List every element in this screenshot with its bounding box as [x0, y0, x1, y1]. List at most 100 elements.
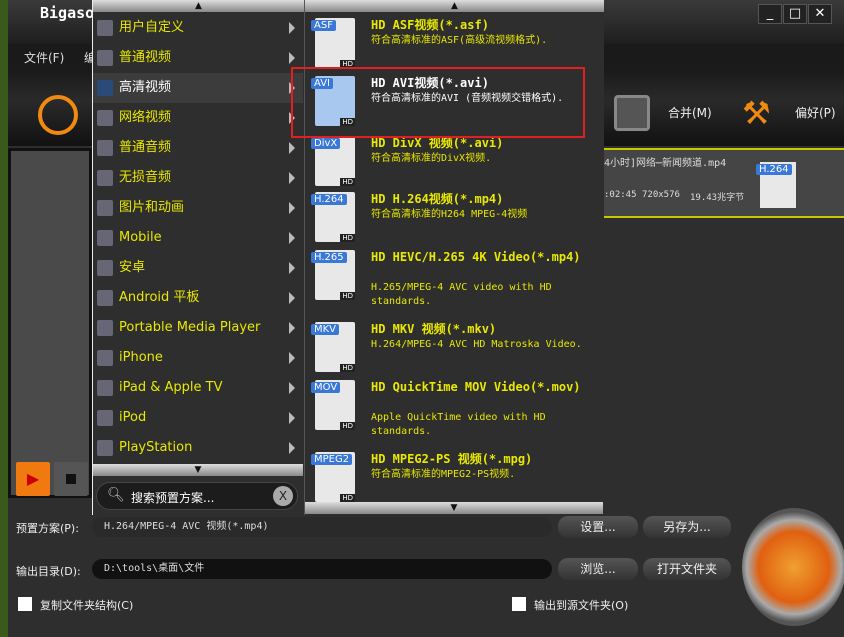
scroll-down-button[interactable]: ▼ — [93, 464, 303, 476]
picture-icon — [97, 200, 113, 216]
category-item[interactable]: PlayStation — [93, 433, 303, 463]
format-title: HD ASF视频(*.asf) — [371, 18, 489, 32]
format-description: 符合高清标准的MPEG2-PS视频. — [371, 469, 516, 480]
android-icon — [97, 260, 113, 276]
category-label: 无损音频 — [119, 170, 172, 185]
format-file-icon: H.265 HD — [311, 250, 355, 300]
category-label: 安卓 — [119, 260, 146, 275]
format-scroll-up-button[interactable]: ▲ — [305, 0, 604, 12]
format-description: Apple QuickTime video with HD standards. — [371, 412, 546, 437]
format-file-icon: MOV HD — [311, 380, 355, 430]
menu-file[interactable]: 文件(F) — [24, 49, 64, 66]
convert-button[interactable] — [742, 508, 844, 626]
search-placeholder: 搜索预置方案... — [131, 491, 215, 505]
format-title: HD DivX 视频(*.avi) — [371, 136, 504, 150]
preferences-button[interactable]: 偏好(P) — [795, 104, 836, 121]
add-file-reel-icon[interactable] — [38, 95, 78, 135]
file-duration: :02:45 — [604, 190, 637, 200]
format-item[interactable]: MKV HD HD MKV 视频(*.mkv) H.264/MPEG-4 AVC HD… — [305, 322, 601, 382]
maximize-button[interactable]: □ — [783, 4, 807, 24]
merge-button[interactable]: 合并(M) — [668, 104, 712, 121]
minimize-button[interactable]: _ — [758, 4, 782, 24]
stop-button[interactable] — [54, 462, 88, 496]
film-icon — [97, 50, 113, 66]
preview-panel — [8, 148, 92, 498]
file-format-icon: H.264 — [756, 162, 796, 208]
tools-icon[interactable]: ⚒ — [742, 93, 771, 133]
format-description: H.264/MPEG-4 AVC HD Matroska Video. — [371, 339, 582, 350]
open-folder-button[interactable]: 打开文件夹 — [643, 558, 731, 580]
category-label: Portable Media Player — [119, 320, 261, 335]
preset-select[interactable]: H.264/MPEG-4 AVC 视频(*.mp4) — [92, 517, 552, 537]
music-note-icon — [97, 140, 113, 156]
highlight-box — [291, 67, 585, 138]
format-title: HD H.264视频(*.mp4) — [371, 192, 504, 206]
file-resolution: 720x576 — [642, 190, 680, 200]
submenu-arrow-icon — [289, 202, 295, 214]
format-item[interactable]: H.264 HD HD H.264视频(*.mp4) 符合高清标准的H264 MPEG… — [305, 192, 601, 252]
android-tablet-icon — [97, 290, 113, 306]
submenu-arrow-icon — [289, 142, 295, 154]
web-video-icon — [97, 110, 113, 126]
format-item[interactable]: DivX HD HD DivX 视频(*.avi) 符合高清标准的DivX视频. — [305, 136, 601, 196]
category-item[interactable]: Mobile — [93, 223, 303, 253]
category-item[interactable]: 普通视频 — [93, 43, 303, 73]
submenu-arrow-icon — [289, 292, 295, 304]
format-title: HD QuickTime MOV Video(*.mov) — [371, 380, 581, 394]
ipod-icon — [97, 410, 113, 426]
category-item[interactable]: iPod — [93, 403, 303, 433]
file-list-item[interactable]: 4小时]网络⋯新闻频道.mp4 :02:45 720x576 19.43兆字节 … — [604, 148, 844, 218]
copy-structure-checkbox[interactable] — [18, 597, 32, 611]
copy-structure-label: 复制文件夹结构(C) — [40, 599, 134, 612]
category-item[interactable]: iPhone — [93, 343, 303, 373]
output-to-source-label: 输出到源文件夹(O) — [534, 599, 629, 612]
clear-search-icon[interactable]: X — [273, 486, 293, 506]
category-label: iPad & Apple TV — [119, 380, 223, 395]
submenu-arrow-icon — [289, 322, 295, 334]
ipad-icon — [97, 380, 113, 396]
merge-icon[interactable] — [614, 95, 650, 131]
category-item[interactable]: 用户自定义 — [93, 13, 303, 43]
output-dir-select[interactable]: D:\tools\桌面\文件 — [92, 559, 552, 579]
submenu-arrow-icon — [289, 172, 295, 184]
lossless-music-icon — [97, 170, 113, 186]
hd-icon — [97, 80, 113, 96]
save-as-button[interactable]: 另存为... — [643, 516, 731, 538]
submenu-arrow-icon — [289, 412, 295, 424]
format-scroll-down-button[interactable]: ▼ — [305, 502, 603, 514]
scroll-up-button[interactable]: ▲ — [93, 0, 304, 12]
iphone-icon — [97, 350, 113, 366]
category-item[interactable]: 图片和动画 — [93, 193, 303, 223]
category-item[interactable]: Portable Media Player — [93, 313, 303, 343]
submenu-arrow-icon — [289, 262, 295, 274]
category-label: 图片和动画 — [119, 200, 185, 215]
category-item[interactable]: Android 平板 — [93, 283, 303, 313]
category-item[interactable]: iPad & Apple TV — [93, 373, 303, 403]
preset-label: 预置方案(P): — [16, 522, 79, 535]
settings-button[interactable]: 设置... — [558, 516, 638, 538]
category-item[interactable]: 无损音频 — [93, 163, 303, 193]
format-file-icon: MKV HD — [311, 322, 355, 372]
submenu-arrow-icon — [289, 382, 295, 394]
preset-search-input[interactable]: 🔍︎ 搜索预置方案... X — [96, 482, 298, 510]
category-label: Mobile — [119, 230, 162, 245]
format-title: HD MKV 视频(*.mkv) — [371, 322, 497, 336]
submenu-arrow-icon — [289, 352, 295, 364]
format-file-icon: ASF HD — [311, 18, 355, 68]
format-title: HD MPEG2-PS 视频(*.mpg) — [371, 452, 533, 466]
category-item[interactable]: 高清视频 — [93, 73, 303, 103]
format-item[interactable]: H.265 HD HD HEVC/H.265 4K Video(*.mp4) H.26… — [305, 250, 601, 310]
category-item[interactable]: 普通音频 — [93, 133, 303, 163]
browse-button[interactable]: 浏览... — [558, 558, 638, 580]
format-file-icon: H.264 HD — [311, 192, 355, 242]
category-label: 高清视频 — [119, 80, 172, 95]
mobile-icon — [97, 230, 113, 246]
close-button[interactable]: ✕ — [808, 4, 832, 24]
play-button[interactable]: ▶ — [16, 462, 50, 496]
category-menu: ▲ 用户自定义 普通视频高清视频网络视频 普通音频无损音频图片和动画 Mobile 安卓… — [92, 0, 304, 515]
category-item[interactable]: 网络视频 — [93, 103, 303, 133]
output-to-source-checkbox[interactable] — [512, 597, 526, 611]
category-label: iPod — [119, 410, 147, 425]
format-item[interactable]: MOV HD HD QuickTime MOV Video(*.mov) Apple … — [305, 380, 601, 440]
category-item[interactable]: 安卓 — [93, 253, 303, 283]
